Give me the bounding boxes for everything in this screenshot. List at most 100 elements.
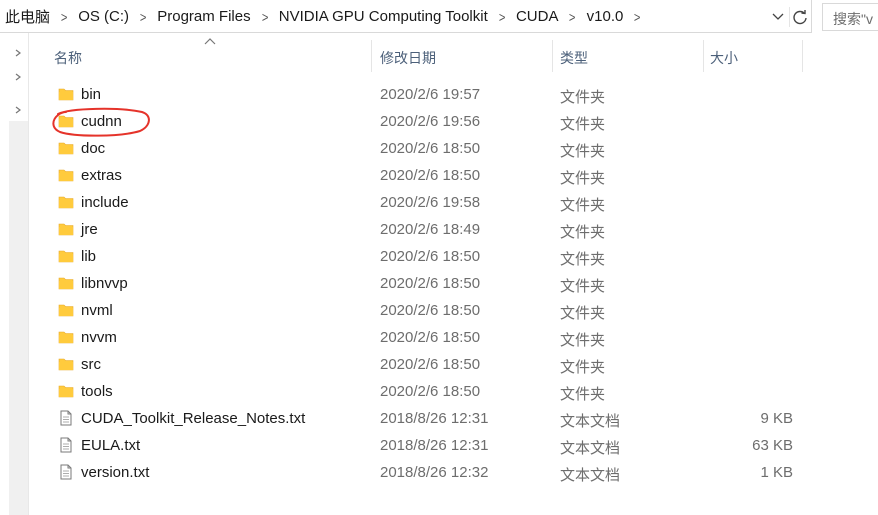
file-date: 2020/2/6 19:58: [380, 194, 481, 211]
column-header-date-label: 修改日期: [380, 50, 436, 66]
file-row[interactable]: extras 2020/2/6 18:50 文件夹: [52, 162, 812, 189]
navigation-pane[interactable]: [0, 33, 29, 515]
chevron-right-icon[interactable]: >: [629, 9, 645, 25]
file-name: lib: [81, 248, 97, 265]
file-type: 文本文档: [560, 413, 621, 430]
file-size: 63 KB: [752, 437, 793, 454]
chevron-right-icon[interactable]: [14, 106, 22, 114]
chevron-right-icon[interactable]: [14, 73, 22, 81]
folder-icon: [58, 167, 74, 183]
file-row[interactable]: libnvvp 2020/2/6 18:50 文件夹: [52, 270, 812, 297]
file-date: 2020/2/6 18:50: [380, 329, 481, 346]
chevron-down-icon[interactable]: [770, 8, 786, 24]
file-row[interactable]: CUDA_Toolkit_Release_Notes.txt 2018/8/26 …: [52, 405, 812, 432]
chevron-right-icon[interactable]: >: [494, 9, 510, 25]
file-name: include: [81, 194, 129, 211]
breadcrumb-item-nvidia-gpu-computing-toolkit[interactable]: NVIDIA GPU Computing Toolkit: [275, 8, 492, 25]
file-size: 1 KB: [760, 464, 793, 481]
file-type: 文本文档: [560, 467, 621, 484]
refresh-icon[interactable]: [789, 7, 810, 27]
folder-icon: [58, 86, 74, 102]
file-type: 文件夹: [560, 170, 606, 187]
file-type: 文件夹: [560, 305, 606, 322]
file-type: 文件夹: [560, 386, 606, 403]
chevron-right-icon[interactable]: >: [564, 9, 580, 25]
file-row[interactable]: include 2020/2/6 19:58 文件夹: [52, 189, 812, 216]
column-header-size-label: 大小: [710, 50, 738, 66]
breadcrumb: 此电脑 > OS (C:) > Program Files > NVIDIA G…: [0, 0, 648, 33]
file-row[interactable]: cudnn 2020/2/6 19:56 文件夹: [52, 108, 812, 135]
folder-icon: [58, 383, 74, 399]
file-name: nvvm: [81, 329, 117, 346]
file-date: 2020/2/6 19:57: [380, 86, 481, 103]
file-type: 文件夹: [560, 143, 606, 160]
text-file-icon: [58, 464, 74, 480]
file-name: nvml: [81, 302, 113, 319]
search-input[interactable]: 搜索"v: [822, 3, 878, 31]
column-header-name-label: 名称: [54, 50, 82, 66]
file-type: 文件夹: [560, 278, 606, 295]
file-name: EULA.txt: [81, 437, 141, 454]
breadcrumb-item-v10[interactable]: v10.0: [583, 8, 628, 25]
file-type: 文件夹: [560, 332, 606, 349]
breadcrumb-item-program-files[interactable]: Program Files: [153, 8, 254, 25]
file-row[interactable]: nvml 2020/2/6 18:50 文件夹: [52, 297, 812, 324]
file-date: 2020/2/6 18:50: [380, 302, 481, 319]
address-bar[interactable]: 此电脑 > OS (C:) > Program Files > NVIDIA G…: [0, 0, 812, 33]
file-row[interactable]: jre 2020/2/6 18:49 文件夹: [52, 216, 812, 243]
folder-icon: [58, 248, 74, 264]
file-name: extras: [81, 167, 122, 184]
column-header-name[interactable]: 名称: [52, 40, 370, 72]
file-date: 2020/2/6 18:50: [380, 167, 481, 184]
column-header-type-label: 类型: [560, 50, 588, 66]
folder-icon: [58, 302, 74, 318]
file-row[interactable]: tools 2020/2/6 18:50 文件夹: [52, 378, 812, 405]
file-name: libnvvp: [81, 275, 128, 292]
annotation-circle: [52, 107, 150, 137]
folder-icon: [58, 221, 74, 237]
file-name: version.txt: [81, 464, 150, 481]
file-name: bin: [81, 86, 102, 103]
file-name: src: [81, 356, 101, 373]
file-type: 文件夹: [560, 89, 606, 106]
file-type: 文件夹: [560, 251, 606, 268]
chevron-right-icon[interactable]: >: [56, 9, 72, 25]
folder-icon: [58, 275, 74, 291]
breadcrumb-item-cuda[interactable]: CUDA: [512, 8, 563, 25]
chevron-right-icon[interactable]: >: [257, 9, 273, 25]
column-divider[interactable]: [802, 40, 803, 72]
chevron-right-icon[interactable]: [14, 49, 22, 57]
chevron-right-icon[interactable]: >: [135, 9, 151, 25]
folder-icon: [58, 194, 74, 210]
file-date: 2020/2/6 18:50: [380, 275, 481, 292]
file-row[interactable]: bin 2020/2/6 19:57 文件夹: [52, 81, 812, 108]
text-file-icon: [58, 437, 74, 453]
file-row[interactable]: nvvm 2020/2/6 18:50 文件夹: [52, 324, 812, 351]
breadcrumb-item-this-pc[interactable]: 此电脑: [0, 6, 54, 27]
file-row[interactable]: version.txt 2018/8/26 12:32 文本文档 1 KB: [52, 459, 812, 486]
file-row[interactable]: doc 2020/2/6 18:50 文件夹: [52, 135, 812, 162]
file-row[interactable]: lib 2020/2/6 18:50 文件夹: [52, 243, 812, 270]
file-name: jre: [81, 221, 98, 238]
file-date: 2018/8/26 12:32: [380, 464, 489, 481]
file-date: 2020/2/6 18:50: [380, 356, 481, 373]
file-row[interactable]: EULA.txt 2018/8/26 12:31 文本文档 63 KB: [52, 432, 812, 459]
column-header-size[interactable]: 大小: [704, 40, 802, 72]
folder-icon: [58, 329, 74, 345]
column-header-date[interactable]: 修改日期: [372, 40, 552, 72]
breadcrumb-item-os-c[interactable]: OS (C:): [74, 8, 133, 25]
file-date: 2020/2/6 18:50: [380, 140, 481, 157]
file-type: 文本文档: [560, 440, 621, 457]
file-name: doc: [81, 140, 106, 157]
folder-icon: [58, 356, 74, 372]
file-name: CUDA_Toolkit_Release_Notes.txt: [81, 410, 306, 427]
text-file-icon: [58, 410, 74, 426]
file-row[interactable]: src 2020/2/6 18:50 文件夹: [52, 351, 812, 378]
file-date: 2020/2/6 19:56: [380, 113, 481, 130]
file-date: 2018/8/26 12:31: [380, 410, 489, 427]
file-date: 2018/8/26 12:31: [380, 437, 489, 454]
file-size: 9 KB: [760, 410, 793, 427]
column-header-type[interactable]: 类型: [553, 40, 703, 72]
navigation-scrollbar[interactable]: [9, 121, 28, 515]
file-date: 2020/2/6 18:50: [380, 383, 481, 400]
